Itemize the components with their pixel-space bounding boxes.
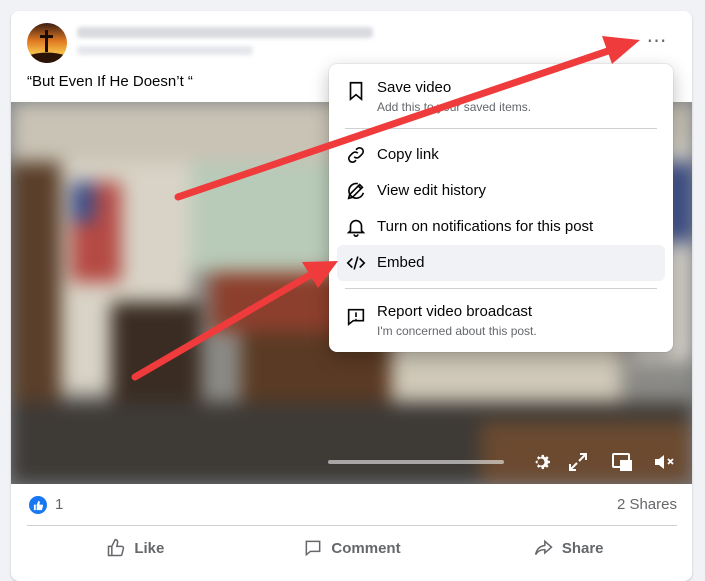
- page-name-blurred: [77, 27, 373, 38]
- menu-item-label: Save video: [377, 79, 452, 96]
- edit-pencil-icon: [347, 182, 365, 200]
- page-avatar[interactable]: [27, 23, 67, 63]
- menu-divider: [345, 288, 657, 289]
- menu-item-label: View edit history: [377, 182, 486, 199]
- like-reaction-icon[interactable]: [29, 496, 47, 514]
- menu-item-label: Turn on notifications for this post: [377, 218, 594, 235]
- like-label: Like: [134, 539, 165, 557]
- comment-button[interactable]: Comment: [244, 531, 461, 565]
- like-button[interactable]: Like: [27, 531, 244, 565]
- report-flag-icon: [347, 308, 365, 327]
- menu-item-sublabel: Add this to your saved items.: [377, 100, 532, 114]
- menu-item-turn-on-notifications[interactable]: Turn on notifications for this post: [337, 210, 665, 244]
- shares-count[interactable]: 2 Shares: [617, 496, 677, 513]
- menu-item-label: Copy link: [377, 146, 439, 163]
- post-meta-blurred: [77, 46, 253, 55]
- link-icon: [347, 146, 365, 164]
- pip-icon[interactable]: [610, 450, 634, 474]
- menu-item-label: Embed: [377, 254, 425, 271]
- menu-item-view-edit-history[interactable]: View edit history: [337, 174, 665, 208]
- comment-icon: [306, 540, 321, 557]
- menu-item-save-video[interactable]: Save video Add this to your saved items.: [337, 70, 665, 124]
- share-label: Share: [561, 539, 604, 557]
- share-icon: [534, 539, 553, 556]
- video-progress-bar[interactable]: [328, 460, 504, 464]
- code-icon: [346, 256, 366, 270]
- menu-item-label: Report video broadcast: [377, 303, 533, 320]
- menu-item-embed[interactable]: Embed: [337, 245, 665, 281]
- menu-item-copy-link[interactable]: Copy link: [337, 138, 665, 172]
- bell-icon: [346, 219, 366, 237]
- share-button[interactable]: Share: [460, 531, 677, 565]
- mute-icon[interactable]: [652, 450, 676, 474]
- comment-label: Comment: [331, 539, 401, 557]
- divider: [27, 525, 677, 526]
- bookmark-icon: [349, 81, 363, 102]
- like-count[interactable]: 1: [55, 496, 63, 513]
- settings-gear-icon[interactable]: [529, 450, 553, 474]
- thumbs-up-icon: [108, 538, 125, 557]
- menu-divider: [345, 128, 657, 129]
- fullscreen-icon[interactable]: [566, 450, 590, 474]
- reactions-bar: 1 2 Shares: [27, 494, 677, 516]
- more-options-button[interactable]: ⋯: [639, 28, 675, 52]
- post-options-menu: Save video Add this to your saved items.…: [329, 64, 673, 352]
- post-actions: Like Comment Share: [27, 531, 677, 565]
- menu-item-sublabel: I'm concerned about this post.: [377, 324, 537, 338]
- post-text: “But Even If He Doesn’t “: [27, 73, 193, 90]
- menu-item-report-video[interactable]: Report video broadcast I'm concerned abo…: [337, 296, 665, 346]
